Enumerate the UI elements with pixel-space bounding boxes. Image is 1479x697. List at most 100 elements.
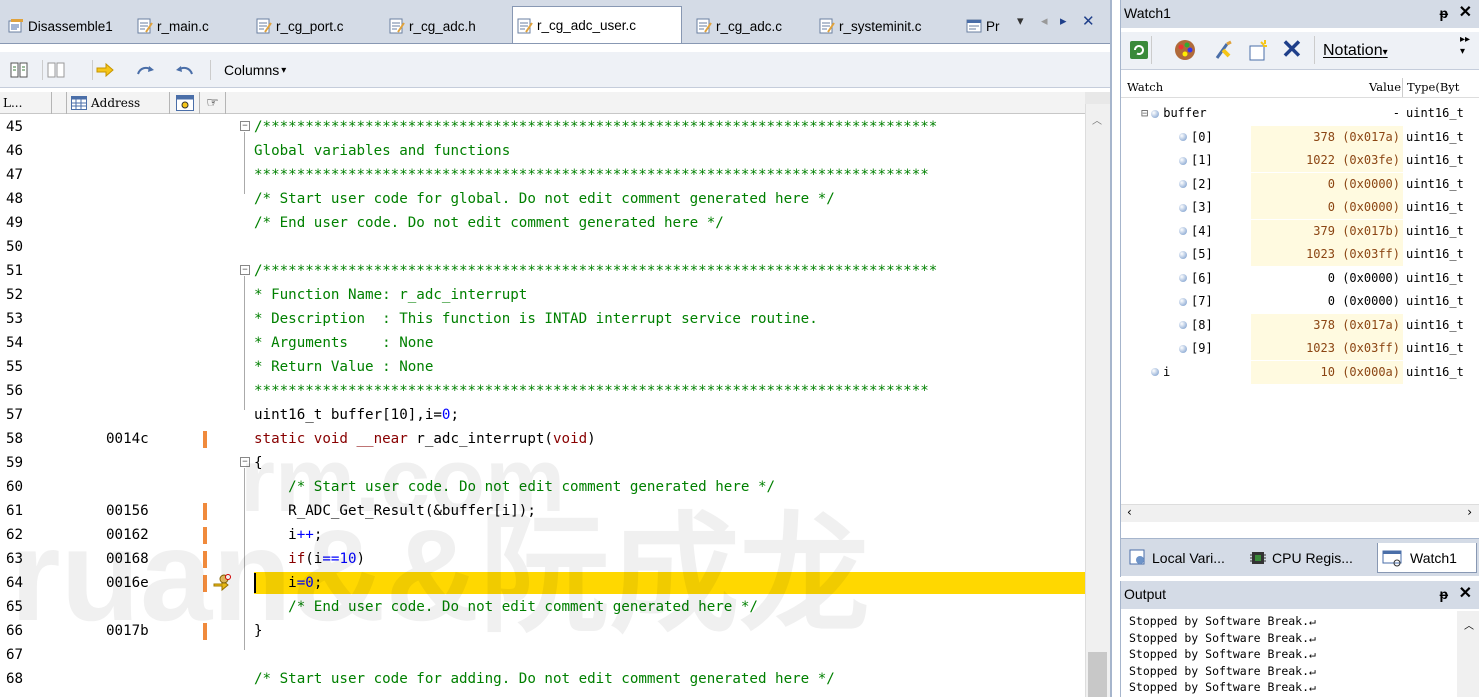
go-to-current-pc-icon[interactable]: [92, 60, 116, 80]
close-icon[interactable]: ✕: [1459, 581, 1472, 607]
refresh-icon[interactable]: [1129, 40, 1149, 65]
watch-row[interactable]: [1] 1022 (0x03fe) uint16_t: [1121, 149, 1479, 172]
code-line[interactable]: 68 /* Start user code for adding. Do not …: [0, 667, 1096, 691]
watch-value[interactable]: 1023 (0x03ff): [1251, 243, 1403, 266]
new-category-icon[interactable]: [1247, 38, 1271, 67]
column-header-line[interactable]: L...: [0, 92, 52, 114]
tab-r-systeminit-c[interactable]: r_systeminit.c: [815, 13, 922, 39]
fold-toggle-icon[interactable]: −: [240, 457, 250, 467]
back-icon[interactable]: [172, 60, 196, 80]
tab-local-variables[interactable]: Local Vari...: [1129, 543, 1225, 573]
fold-toggle-icon[interactable]: −: [240, 265, 250, 275]
watch-value[interactable]: 378 (0x017a): [1251, 125, 1403, 149]
code-line[interactable]: 51 /*************************************…: [0, 259, 1096, 283]
code-line[interactable]: 49 /* End user code. Do not edit comment …: [0, 211, 1096, 235]
watch-row[interactable]: [7] 0 (0x0000) uint16_t: [1121, 290, 1479, 313]
watch-row[interactable]: [2] 0 (0x0000) uint16_t: [1121, 172, 1479, 196]
executable-line-marker[interactable]: [203, 503, 207, 520]
code-line[interactable]: 60 /* Start user code. Do not edit comme…: [0, 475, 1096, 499]
scroll-thumb[interactable]: [1088, 652, 1107, 697]
scroll-left-icon[interactable]: ◂: [1041, 14, 1048, 29]
code-line[interactable]: 54 * Arguments : None: [0, 331, 1096, 355]
sync-disassemble-icon[interactable]: [42, 60, 68, 80]
code-line[interactable]: 65 /* End user code. Do not edit comment…: [0, 595, 1096, 619]
code-line[interactable]: 63 00168 if(i==10): [0, 547, 1096, 571]
scroll-up-icon[interactable]: ︿: [1464, 617, 1474, 632]
code-line[interactable]: 48 /* Start user code for global. Do not …: [0, 187, 1096, 211]
watch-row[interactable]: [5] 1023 (0x03ff) uint16_t: [1121, 243, 1479, 266]
tab-watch1[interactable]: Watch1: [1377, 543, 1477, 573]
close-icon[interactable]: ✕: [1459, 0, 1472, 26]
watch-value[interactable]: 10 (0x000a): [1251, 360, 1403, 384]
watch-row[interactable]: ⊟ buffer - uint16_t: [1121, 102, 1479, 125]
code-line[interactable]: 50: [0, 235, 1096, 259]
pin-icon[interactable]: ᵽ: [1439, 581, 1448, 607]
tab-r-main-c[interactable]: r_main.c: [133, 13, 209, 39]
fold-toggle-icon[interactable]: −: [240, 121, 250, 131]
code-line[interactable]: 56 **************************************…: [0, 379, 1096, 403]
scroll-right-icon[interactable]: ›: [1467, 505, 1472, 519]
executable-line-marker[interactable]: [203, 527, 207, 544]
code-line[interactable]: 46 Global variables and functions: [0, 139, 1096, 163]
delete-icon[interactable]: ✕: [1281, 34, 1303, 65]
tab-property[interactable]: Pr: [962, 13, 1000, 39]
add-watch-icon[interactable]: [1213, 38, 1237, 67]
sync-source-icon[interactable]: [10, 60, 28, 80]
tab-disassemble1[interactable]: Disassemble1: [4, 13, 113, 39]
tab-r-cg-adc-h[interactable]: r_cg_adc.h: [385, 13, 476, 39]
watch-row[interactable]: [0] 378 (0x017a) uint16_t: [1121, 125, 1479, 149]
forward-icon[interactable]: [134, 60, 158, 80]
watch-row[interactable]: [9] 1023 (0x03ff) uint16_t: [1121, 337, 1479, 360]
close-tab-icon[interactable]: ✕: [1082, 12, 1095, 30]
color-palette-icon[interactable]: [1173, 38, 1197, 67]
pin-icon[interactable]: ᵽ: [1439, 0, 1448, 26]
tab-list-dropdown-icon[interactable]: ▾: [1017, 14, 1024, 29]
code-line[interactable]: 62 00162 i++;: [0, 523, 1096, 547]
executable-line-marker[interactable]: [203, 551, 207, 568]
scroll-right-icon[interactable]: ▸: [1060, 14, 1067, 29]
executable-line-marker[interactable]: [203, 575, 207, 592]
vertical-scrollbar[interactable]: ︿: [1085, 92, 1110, 697]
code-line[interactable]: 45 /*************************************…: [0, 115, 1096, 139]
column-header-address[interactable]: Address: [67, 92, 170, 114]
watch-value[interactable]: 0 (0x0000): [1251, 196, 1403, 219]
watch-value[interactable]: 379 (0x017b): [1251, 219, 1403, 243]
code-line[interactable]: 64 0016e i=0;: [0, 571, 1096, 595]
watch-row[interactable]: i 10 (0x000a) uint16_t: [1121, 360, 1479, 384]
code-line[interactable]: 61 00156 R_ADC_Get_Result(&buffer[i]);: [0, 499, 1096, 523]
watch-row[interactable]: [6] 0 (0x0000) uint16_t: [1121, 267, 1479, 290]
code-line[interactable]: 58 0014c static void __near r_adc_interrup…: [0, 427, 1096, 451]
editor-split-handle[interactable]: [1085, 92, 1110, 104]
watch-value[interactable]: 0 (0x0000): [1251, 172, 1403, 196]
scroll-up-icon[interactable]: ︿: [1092, 112, 1102, 127]
tab-r-cg-adc-user-c[interactable]: r_cg_adc_user.c: [512, 6, 682, 43]
watch-value[interactable]: 1023 (0x03ff): [1251, 337, 1403, 360]
column-header-action[interactable]: ☞: [200, 92, 226, 114]
breakpoint-pc-icon[interactable]: [212, 574, 232, 592]
code-line[interactable]: 47 **************************************…: [0, 163, 1096, 187]
type-column-header[interactable]: Type(Byt: [1407, 80, 1459, 94]
tab-r-cg-adc-c[interactable]: r_cg_adc.c: [692, 13, 782, 39]
value-column-header[interactable]: Value: [1351, 80, 1401, 94]
notation-dropdown[interactable]: Notation▾: [1323, 42, 1388, 60]
watch-value[interactable]: 1022 (0x03fe): [1251, 149, 1403, 172]
code-line[interactable]: 55 * Return Value : None: [0, 355, 1096, 379]
watch-row[interactable]: [4] 379 (0x017b) uint16_t: [1121, 219, 1479, 243]
tab-cpu-registers[interactable]: CPU Regis...: [1249, 543, 1353, 573]
watch-value[interactable]: 378 (0x017a): [1251, 313, 1403, 337]
watch-row[interactable]: [3] 0 (0x0000) uint16_t: [1121, 196, 1479, 219]
toolbar-overflow-icon[interactable]: ▸▸ ▾: [1460, 34, 1470, 58]
code-line[interactable]: 67: [0, 643, 1096, 667]
watch-column-header[interactable]: Watch: [1127, 80, 1163, 94]
code-line[interactable]: 59 {: [0, 451, 1096, 475]
output-vertical-scrollbar[interactable]: ︿: [1457, 611, 1479, 697]
code-view[interactable]: 45 /*************************************…: [0, 115, 1096, 697]
column-header-breakpoint[interactable]: [170, 92, 200, 114]
watch-value[interactable]: 0 (0x0000): [1251, 290, 1403, 313]
columns-dropdown[interactable]: Columns ▾: [224, 60, 314, 80]
code-line[interactable]: 53 * Description : This function is INTAD…: [0, 307, 1096, 331]
scroll-left-icon[interactable]: ‹: [1127, 505, 1132, 519]
code-line[interactable]: 57 uint16_t buffer[10],i=0;: [0, 403, 1096, 427]
watch-value[interactable]: -: [1251, 102, 1403, 125]
collapse-icon[interactable]: ⊟: [1141, 106, 1148, 120]
